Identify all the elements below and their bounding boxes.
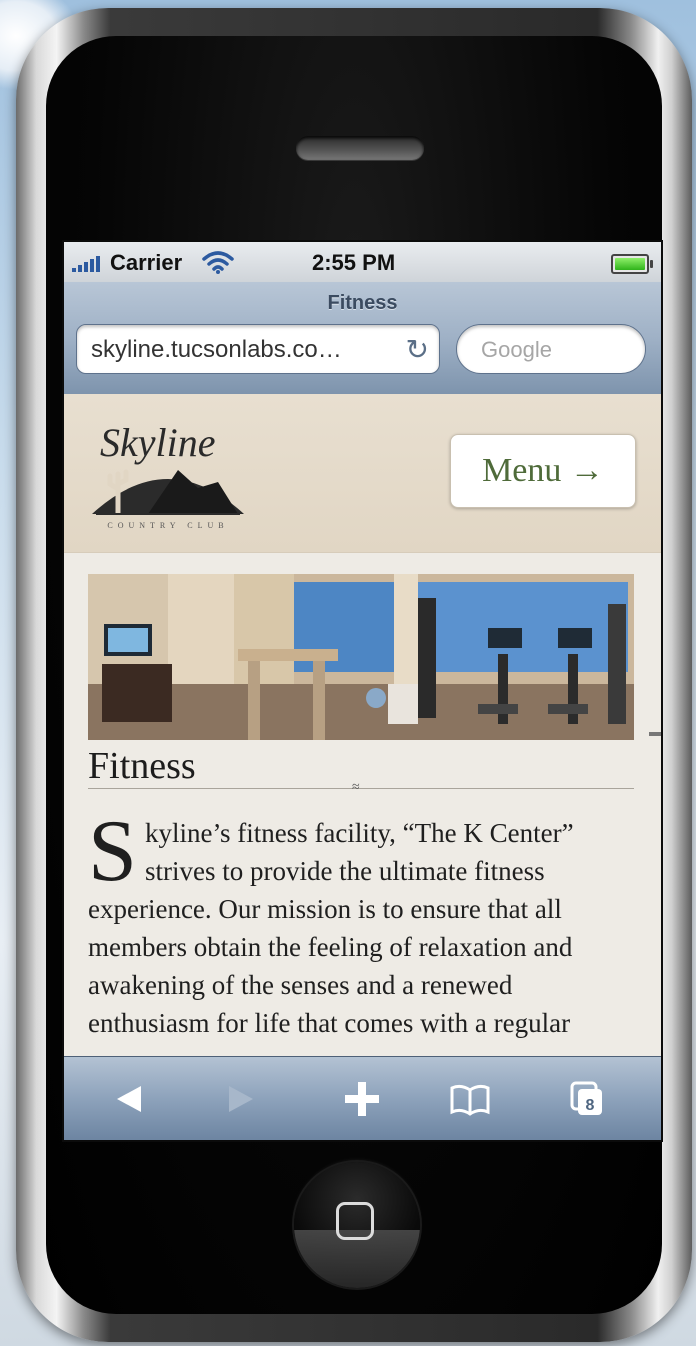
body-paragraph: S kyline’s fitness facility, “The K Cent… [88,803,636,1042]
logo-script-text: Skyline [100,420,216,465]
pages-count: 8 [586,1097,595,1114]
browser-chrome: Fitness skyline.tucsonlabs.co… ↻ Google [64,282,661,395]
menu-button[interactable]: Menu → [450,434,636,508]
url-text: skyline.tucsonlabs.co… [91,336,342,363]
drop-cap: S [88,803,137,900]
bookmarks-book-icon [450,1084,490,1116]
home-button[interactable] [294,1162,420,1288]
section-heading: Fitness [88,745,196,787]
url-field[interactable]: skyline.tucsonlabs.co… ↻ [76,324,440,374]
bookmarks-button[interactable] [440,1071,500,1127]
earpiece-speaker [296,136,424,160]
back-arrow-icon [117,1086,141,1112]
logo-subtext: COUNTRY CLUB [107,521,228,530]
fitness-center-photo [88,574,634,740]
heading-divider [88,788,634,789]
phone-screen: Carrier 2:55 PM Fitness skyline.tucsonla… [62,240,663,1142]
forward-arrow-icon [229,1086,253,1112]
divider-ornament: ≈ [352,780,360,795]
browser-toolbar: 8 [64,1056,661,1140]
pages-icon: 8 [570,1081,602,1115]
page-title: Fitness [327,292,398,314]
pages-button[interactable]: 8 [558,1071,618,1127]
back-button[interactable] [98,1071,158,1127]
reload-icon[interactable]: ↻ [406,325,429,373]
battery-icon [611,254,653,274]
add-bookmark-button[interactable] [332,1071,392,1127]
wifi-icon [202,251,234,274]
forward-button[interactable] [212,1071,272,1127]
web-content: Skyline COUNTRY CLUB Menu → Fitness ≈ S … [64,394,661,1056]
skyline-logo[interactable]: Skyline COUNTRY CLUB [88,404,248,534]
body-text: kyline’s fitness facility, “The K Center… [88,818,574,1038]
home-square-icon [336,1202,374,1240]
search-input[interactable]: Google [456,324,646,374]
plus-icon [345,1082,379,1116]
status-bar: Carrier 2:55 PM [64,242,661,282]
signal-strength-icon [72,256,100,272]
carrier-label: Carrier [110,250,183,275]
scroll-indicator [649,732,661,736]
clock: 2:55 PM [312,250,396,275]
site-header: Skyline COUNTRY CLUB Menu → [64,394,661,553]
